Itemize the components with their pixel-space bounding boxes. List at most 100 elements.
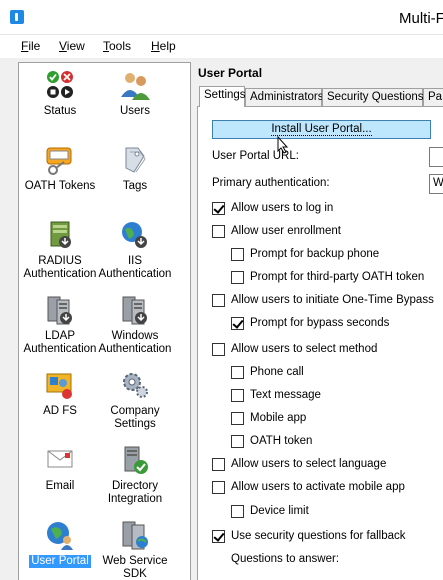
nav-item-status[interactable]: Status: [19, 69, 101, 118]
nav-item-oath-tokens[interactable]: OATH Tokens: [19, 144, 101, 193]
method-mobile-app-checkbox[interactable]: Mobile app: [231, 410, 306, 426]
adfs-icon: [43, 369, 77, 401]
nav-item-directory-integration[interactable]: Directory Integration: [94, 444, 176, 506]
nav-item-iis-authentication[interactable]: IIS Authentication: [94, 219, 176, 281]
checkbox-label: Allow users to initiate One-Time Bypass: [231, 294, 434, 306]
checkbox-box[interactable]: [231, 434, 244, 448]
nav-label: Web Service SDK: [102, 555, 168, 580]
checkbox-box[interactable]: [212, 342, 225, 356]
windows-server-icon: [118, 294, 152, 326]
checkbox-label: Allow users to select method: [231, 343, 378, 355]
primary-authentication-select[interactable]: W: [429, 174, 443, 194]
checkbox-box[interactable]: [231, 365, 244, 379]
checkbox-box[interactable]: [212, 293, 225, 307]
nav-item-email[interactable]: Email: [19, 444, 101, 493]
checkbox-box[interactable]: [231, 388, 244, 402]
checkbox-label: Allow users to log in: [231, 202, 334, 214]
checkbox-label: Text message: [250, 389, 321, 401]
email-icon: [43, 444, 77, 476]
nav-item-users[interactable]: Users: [94, 69, 176, 118]
users-icon: [118, 69, 152, 101]
tab-security-questions[interactable]: Security Questions: [322, 88, 424, 106]
nav-item-user-portal[interactable]: User Portal: [19, 519, 101, 568]
prompt-backup-phone-checkbox[interactable]: Prompt for backup phone: [231, 246, 379, 262]
tab-administrators[interactable]: Administrators: [245, 88, 324, 106]
nav-item-tags[interactable]: Tags: [94, 144, 176, 193]
checkbox-label: Allow users to activate mobile app: [231, 481, 405, 493]
nav-item-radius-authentication[interactable]: RADIUS Authentication: [19, 219, 101, 281]
menu-view[interactable]: View: [59, 39, 85, 53]
tab-pa[interactable]: Pa: [423, 88, 443, 106]
section-title: User Portal: [198, 66, 263, 80]
iis-globe-icon: [118, 219, 152, 251]
nav-item-windows-authentication[interactable]: Windows Authentication: [94, 294, 176, 356]
status-icon: [43, 69, 77, 101]
checkbox-label: Allow user enrollment: [231, 225, 341, 237]
user-portal-icon: [43, 519, 77, 551]
method-phone-call-checkbox[interactable]: Phone call: [231, 364, 304, 380]
checkbox-label: Use security questions for fallback: [231, 530, 406, 542]
user-portal-url-field[interactable]: [429, 147, 443, 167]
allow-enrollment-checkbox[interactable]: Allow user enrollment: [212, 223, 341, 239]
checkbox-box[interactable]: [212, 224, 225, 238]
method-oath-token-checkbox[interactable]: OATH token: [231, 433, 312, 449]
nav-label: IIS Authentication: [98, 255, 172, 280]
device-limit-checkbox[interactable]: Device limit: [231, 503, 309, 519]
checkbox-label: Device limit: [250, 505, 309, 517]
nav-label: Tags: [122, 180, 148, 192]
nav-item-ldap-authentication[interactable]: LDAP Authentication: [19, 294, 101, 356]
checkbox-label: Allow users to select language: [231, 458, 387, 470]
menu-tools[interactable]: Tools: [103, 39, 131, 53]
prompt-bypass-seconds-checkbox[interactable]: Prompt for bypass seconds: [231, 315, 389, 331]
nav-item-company-settings[interactable]: Company Settings: [94, 369, 176, 431]
oath-tokens-icon: [43, 144, 77, 176]
nav-label: User Portal: [29, 555, 91, 568]
checkbox-box[interactable]: [212, 480, 225, 494]
tab-strip: Settings Administrators Security Questio…: [197, 86, 443, 107]
menu-bar: File View Tools Help: [0, 36, 443, 58]
company-settings-icon: [118, 369, 152, 401]
checkbox-label: Prompt for bypass seconds: [250, 317, 390, 329]
nav-item-ad-fs[interactable]: AD FS: [19, 369, 101, 418]
security-questions-fallback-checkbox[interactable]: Use security questions for fallback: [212, 528, 406, 544]
checkbox-box[interactable]: [231, 411, 244, 425]
directory-integration-icon: [118, 444, 152, 476]
checkbox-box[interactable]: [212, 529, 225, 543]
title-bar: Multi-F: [0, 0, 443, 35]
checkbox-box[interactable]: [231, 247, 244, 261]
tags-icon: [118, 144, 152, 176]
install-user-portal-button[interactable]: Install User Portal...: [212, 120, 431, 139]
radius-server-icon: [43, 219, 77, 251]
checkbox-label: Phone call: [250, 366, 304, 378]
menu-help[interactable]: Help: [151, 39, 176, 53]
tab-settings[interactable]: Settings: [199, 86, 246, 107]
ldap-server-icon: [43, 294, 77, 326]
web-service-sdk-icon: [118, 519, 152, 551]
nav-label: AD FS: [43, 405, 77, 417]
nav-panel: Status Users OATH Tokens Tags RADIUS Aut…: [18, 62, 191, 580]
window-title: Multi-F: [399, 10, 443, 27]
menu-file[interactable]: File: [21, 39, 40, 53]
checkbox-label: Prompt for third-party OATH token: [250, 271, 425, 283]
allow-select-method-checkbox[interactable]: Allow users to select method: [212, 341, 377, 357]
checkbox-box[interactable]: [231, 270, 244, 284]
checkbox-label: Prompt for backup phone: [250, 248, 380, 260]
checkbox-box[interactable]: [212, 201, 225, 215]
checkbox-box[interactable]: [231, 316, 244, 330]
allow-login-checkbox[interactable]: Allow users to log in: [212, 200, 333, 216]
nav-label: Directory Integration: [107, 480, 163, 505]
allow-one-time-bypass-checkbox[interactable]: Allow users to initiate One-Time Bypass: [212, 292, 434, 308]
method-text-message-checkbox[interactable]: Text message: [231, 387, 321, 403]
checkbox-box[interactable]: [212, 457, 225, 471]
nav-label: Windows Authentication: [98, 330, 172, 355]
nav-label: LDAP Authentication: [23, 330, 97, 355]
allow-select-language-checkbox[interactable]: Allow users to select language: [212, 456, 386, 472]
questions-to-answer-label: Questions to answer:: [231, 553, 340, 565]
nav-label: RADIUS Authentication: [23, 255, 97, 280]
checkbox-label: OATH token: [250, 435, 313, 447]
prompt-oath-token-checkbox[interactable]: Prompt for third-party OATH token: [231, 269, 424, 285]
checkbox-box[interactable]: [231, 504, 244, 518]
primary-authentication-label: Primary authentication:: [212, 177, 330, 189]
nav-item-web-service-sdk[interactable]: Web Service SDK: [94, 519, 176, 580]
allow-activate-mobile-app-checkbox[interactable]: Allow users to activate mobile app: [212, 479, 405, 495]
